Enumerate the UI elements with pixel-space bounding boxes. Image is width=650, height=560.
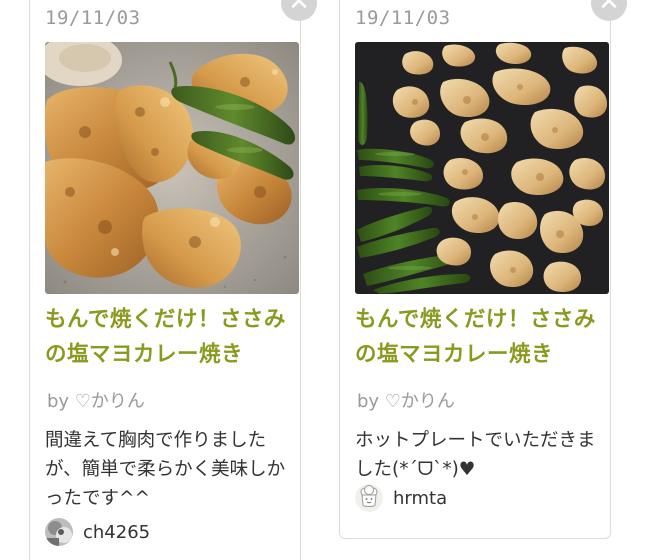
reporter-username: ch4265: [83, 521, 151, 543]
food-photo-hotplate-chicken: [355, 42, 609, 294]
recipe-author-link[interactable]: by ♡かりん: [47, 387, 145, 413]
recipe-author-link[interactable]: by ♡かりん: [357, 387, 455, 413]
tsukurepo-list: 19/11/03 ✕ もんで焼くだけ！ささみの塩マヨカレー焼き by ♡かりん …: [0, 0, 650, 560]
user-photo-avatar: [45, 518, 73, 546]
card-date: 19/11/03: [355, 7, 451, 29]
reporter-username: hrmta: [393, 487, 448, 509]
tsukurepo-comment: 間違えて胸肉で作りましたが、簡単で柔らかく美味しかったです^^: [45, 430, 286, 509]
reporter-user-link[interactable]: hrmta: [355, 483, 447, 513]
close-icon: ✕: [288, 0, 310, 17]
delete-button[interactable]: ✕: [281, 0, 317, 21]
recipe-photo[interactable]: [45, 42, 299, 294]
recipe-photo[interactable]: [355, 42, 609, 294]
recipe-title-link[interactable]: もんで焼くだけ！ささみの塩マヨカレー焼き: [355, 302, 605, 372]
food-photo-chicken-and-peppers: [45, 42, 299, 294]
default-chef-avatar-icon: [355, 484, 383, 512]
tsukurepo-card: 19/11/03 ✕ もんで焼くだけ！ささみの塩マヨカレー焼き by ♡かりん …: [339, 0, 627, 539]
recipe-title-link[interactable]: もんで焼くだけ！ささみの塩マヨカレー焼き: [45, 302, 295, 372]
card-date: 19/11/03: [45, 7, 141, 29]
tsukurepo-card: 19/11/03 ✕ もんで焼くだけ！ささみの塩マヨカレー焼き by ♡かりん …: [29, 0, 317, 560]
delete-button[interactable]: ✕: [591, 0, 627, 21]
close-icon: ✕: [598, 0, 620, 17]
reporter-user-link[interactable]: ch4265: [45, 517, 150, 547]
tsukurepo-comment: ホットプレートでいただきました(*´ᗜ`*)♥: [355, 430, 596, 480]
